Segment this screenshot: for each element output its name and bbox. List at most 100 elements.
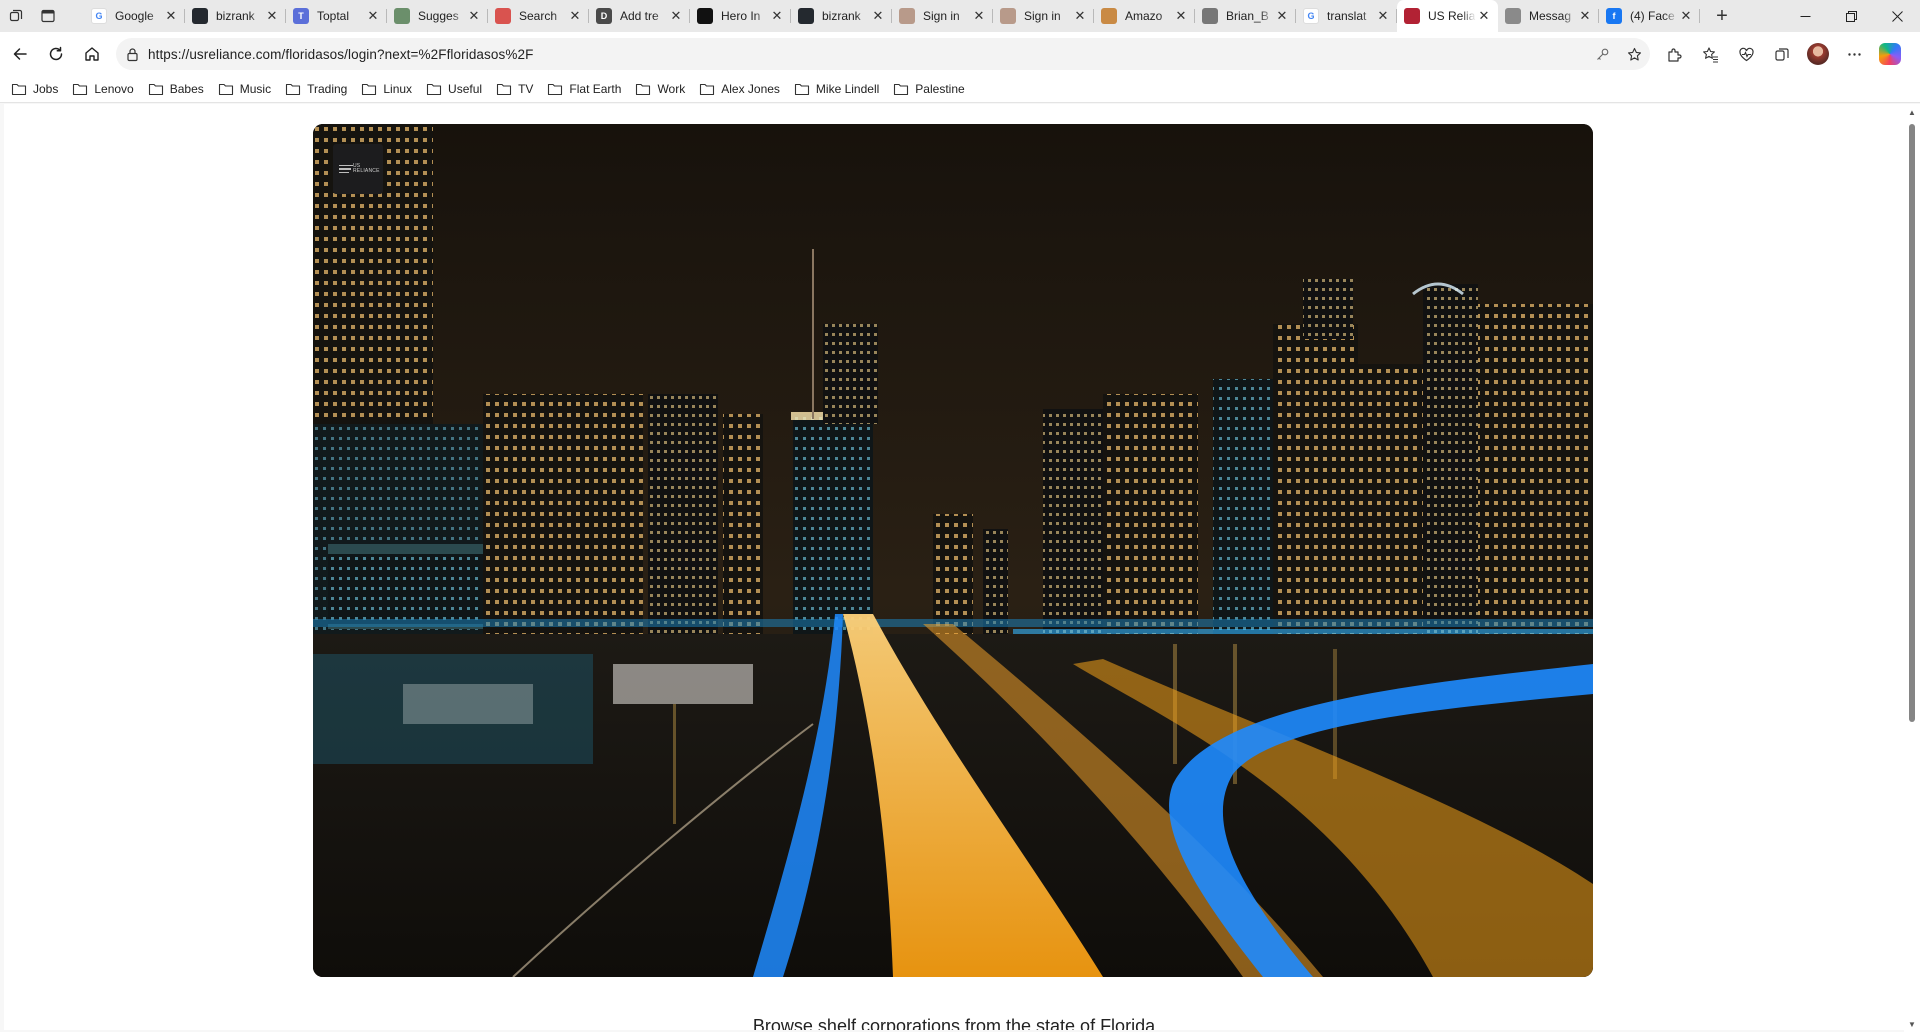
toolbar-actions [1656, 38, 1908, 70]
browser-tab[interactable]: Messag ✕ [1498, 0, 1599, 32]
tab-favicon-icon [192, 8, 208, 24]
bookmark-folder[interactable]: Work [635, 77, 685, 101]
workspaces-button[interactable] [0, 0, 32, 32]
page-content: US RELIANCE Browse shelf corporations fr… [4, 104, 1904, 1030]
home-button[interactable] [74, 38, 110, 70]
browser-tab[interactable]: D Add tre ✕ [589, 0, 690, 32]
tab-close-icon[interactable]: ✕ [163, 8, 179, 24]
folder-icon [73, 83, 88, 96]
scrollbar-thumb[interactable] [1909, 124, 1915, 722]
tab-favicon-icon [798, 8, 814, 24]
tab-actions-icon [41, 9, 55, 23]
tab-close-icon[interactable]: ✕ [1173, 8, 1189, 24]
tab-close-icon[interactable]: ✕ [668, 8, 684, 24]
refresh-button[interactable] [38, 38, 74, 70]
bookmark-folder[interactable]: Jobs [11, 77, 58, 101]
settings-menu-button[interactable] [1836, 38, 1872, 70]
back-arrow-icon [13, 48, 27, 60]
scroll-down-arrow-icon[interactable]: ▼ [1904, 1016, 1920, 1032]
close-window-button[interactable] [1874, 0, 1920, 32]
tab-close-icon[interactable]: ✕ [365, 8, 381, 24]
close-icon [1891, 10, 1903, 22]
site-info-button[interactable] [116, 47, 148, 62]
bookmarks-bar: Jobs Lenovo Babes Music Trading Linux Useful TV… [0, 76, 1920, 103]
tab-close-icon[interactable]: ✕ [870, 8, 886, 24]
browser-tab[interactable]: f (4) Face ✕ [1599, 0, 1700, 32]
bookmark-folder[interactable]: Music [218, 77, 271, 101]
star-icon [1627, 47, 1641, 61]
copilot-icon [1879, 43, 1901, 65]
favorite-star-button[interactable] [1618, 47, 1650, 62]
profile-button[interactable] [1800, 38, 1836, 70]
browser-tab[interactable]: bizrank ✕ [185, 0, 286, 32]
bookmark-folder[interactable]: Trading [285, 77, 347, 101]
vertical-tabs-button[interactable] [32, 0, 64, 32]
minimize-icon [1800, 15, 1810, 17]
browser-toolbar: https://usreliance.com/floridasos/login?… [0, 32, 1920, 76]
page-scrollbar[interactable]: ▲ ▼ [1904, 104, 1920, 1032]
restore-button[interactable] [1828, 0, 1874, 32]
tab-favicon-icon [1000, 8, 1016, 24]
tab-close-icon[interactable]: ✕ [264, 8, 280, 24]
bookmark-folder[interactable]: Flat Earth [547, 77, 621, 101]
company-logo[interactable]: US RELIANCE [333, 144, 383, 194]
favorites-button[interactable] [1692, 38, 1728, 70]
browser-tab[interactable]: Sign in ✕ [993, 0, 1094, 32]
tab-close-icon[interactable]: ✕ [971, 8, 987, 24]
tab-favicon-icon: D [596, 8, 612, 24]
address-bar[interactable]: https://usreliance.com/floridasos/login?… [116, 38, 1650, 70]
tab-list: G Google ✕ bizrank ✕ T Toptal ✕ Sugges ✕ Search ✕ D A… [84, 0, 1700, 32]
scroll-up-arrow-icon[interactable]: ▲ [1904, 104, 1920, 120]
new-tab-button[interactable]: + [1706, 0, 1738, 32]
bookmark-folder[interactable]: Alex Jones [699, 77, 780, 101]
browser-tab[interactable]: T Toptal ✕ [286, 0, 387, 32]
tab-title: Sugges [418, 9, 459, 23]
tab-title: Messag [1529, 9, 1572, 23]
browser-tab[interactable]: US Relia ✕ [1397, 0, 1498, 32]
url-text[interactable]: https://usreliance.com/floridasos/login?… [148, 47, 1586, 62]
bookmark-folder[interactable]: Lenovo [72, 77, 134, 101]
bookmark-folder[interactable]: TV [496, 77, 533, 101]
hero-image: US RELIANCE [313, 124, 1593, 977]
tab-favicon-icon [394, 8, 410, 24]
bookmark-folder[interactable]: Babes [148, 77, 204, 101]
tab-close-icon[interactable]: ✕ [1577, 8, 1593, 24]
browser-tab[interactable]: Sign in ✕ [892, 0, 993, 32]
tab-title: Amazo [1125, 9, 1163, 23]
tab-close-icon[interactable]: ✕ [1476, 8, 1492, 24]
city-night-photo [313, 124, 1593, 977]
tab-close-icon[interactable]: ✕ [1375, 8, 1391, 24]
bookmark-label: Mike Lindell [815, 82, 880, 96]
tab-title: US Relia [1428, 9, 1476, 23]
minimize-button[interactable] [1782, 0, 1828, 32]
tab-favicon-icon: G [91, 8, 107, 24]
browser-tab[interactable]: Hero In ✕ [690, 0, 791, 32]
browser-tab[interactable]: G Google ✕ [84, 0, 185, 32]
browser-tab[interactable]: bizrank ✕ [791, 0, 892, 32]
page-tagline: Browse shelf corporations from the state… [752, 1016, 1156, 1030]
password-key-button[interactable] [1586, 47, 1618, 62]
restore-icon [1845, 10, 1857, 22]
browser-tab[interactable]: Gtranslat ✕ [1296, 0, 1397, 32]
extensions-button[interactable] [1656, 38, 1692, 70]
back-button[interactable] [2, 38, 38, 70]
bookmark-folder[interactable]: Palestine [893, 77, 965, 101]
folder-icon [894, 83, 909, 96]
browser-tab[interactable]: Sugges ✕ [387, 0, 488, 32]
bookmark-folder[interactable]: Useful [426, 77, 482, 101]
tab-favicon-icon: G [1303, 8, 1319, 24]
browser-tab[interactable]: Amazo ✕ [1094, 0, 1195, 32]
bookmark-folder[interactable]: Mike Lindell [794, 77, 879, 101]
bookmark-folder[interactable]: Linux [361, 77, 412, 101]
tab-close-icon[interactable]: ✕ [567, 8, 583, 24]
collections-button[interactable] [1764, 38, 1800, 70]
tab-close-icon[interactable]: ✕ [769, 8, 785, 24]
browser-tab[interactable]: Search ✕ [488, 0, 589, 32]
tab-close-icon[interactable]: ✕ [466, 8, 482, 24]
browser-tab[interactable]: Brian_B ✕ [1195, 0, 1296, 32]
browser-essentials-button[interactable] [1728, 38, 1764, 70]
copilot-button[interactable] [1872, 38, 1908, 70]
tab-close-icon[interactable]: ✕ [1274, 8, 1290, 24]
tab-close-icon[interactable]: ✕ [1678, 8, 1694, 24]
tab-close-icon[interactable]: ✕ [1072, 8, 1088, 24]
